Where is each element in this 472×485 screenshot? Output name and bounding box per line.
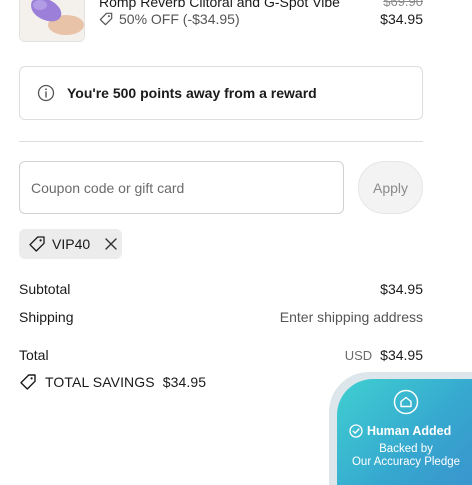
applied-code-label: VIP40	[52, 236, 91, 252]
apply-coupon-button[interactable]: Apply	[358, 161, 423, 214]
badge-title: Human Added	[349, 424, 451, 438]
product-image-icon	[20, 0, 84, 41]
shipping-label: Shipping	[19, 309, 74, 325]
total-amount: USD $34.95	[345, 347, 423, 363]
savings-value: $34.95	[162, 374, 207, 390]
shipping-row: Shipping Enter shipping address	[19, 309, 423, 325]
product-name[interactable]: Romp Reverb Clitoral and G-Spot Vibe	[99, 0, 359, 10]
shipping-value: Enter shipping address	[279, 309, 423, 325]
tag-icon	[99, 12, 113, 26]
reward-notice: You're 500 points away from a reward	[19, 66, 423, 120]
subtotal-label: Subtotal	[19, 281, 71, 297]
badge-line-1: Backed by	[379, 443, 433, 455]
product-discount: 50% OFF (-$34.95)	[99, 11, 240, 27]
check-circle-icon	[349, 424, 363, 438]
subtotal-value: $34.95	[380, 281, 423, 297]
close-icon	[105, 238, 117, 250]
info-icon	[37, 84, 55, 102]
coupon-input[interactable]	[19, 161, 344, 214]
subtotal-row: Subtotal $34.95	[19, 281, 423, 297]
badge-line-2: Our Accuracy Pledge	[351, 456, 461, 468]
product-price: $34.95	[380, 11, 423, 27]
savings-label: TOTAL SAVINGS	[45, 374, 155, 390]
applied-discount-chip: VIP40	[19, 229, 122, 259]
total-label: Total	[19, 347, 49, 363]
product-discount-text: 50% OFF (-$34.95)	[119, 11, 240, 27]
product-compare-price: $69.90	[383, 0, 423, 9]
total-value: $34.95	[380, 347, 423, 363]
badge-subtitle: Backed by Our Accuracy Pledge	[337, 443, 472, 469]
tag-icon	[29, 236, 45, 252]
product-thumbnail[interactable]	[19, 0, 85, 42]
accuracy-pledge-badge[interactable]: Human Added Backed by Our Accuracy Pledg…	[337, 379, 472, 485]
total-row: Total USD $34.95	[19, 347, 423, 363]
cart-line-item: Romp Reverb Clitoral and G-Spot Vibe $69…	[19, 0, 423, 42]
badge-title-text: Human Added	[367, 424, 452, 438]
section-divider	[19, 141, 423, 142]
remove-code-button[interactable]	[104, 237, 118, 251]
tag-icon	[20, 374, 36, 390]
currency-code: USD	[344, 347, 373, 363]
reward-message: You're 500 points away from a reward	[67, 85, 317, 101]
pledge-logo-icon	[393, 389, 419, 415]
total-savings: TOTAL SAVINGS $34.95	[19, 373, 206, 391]
